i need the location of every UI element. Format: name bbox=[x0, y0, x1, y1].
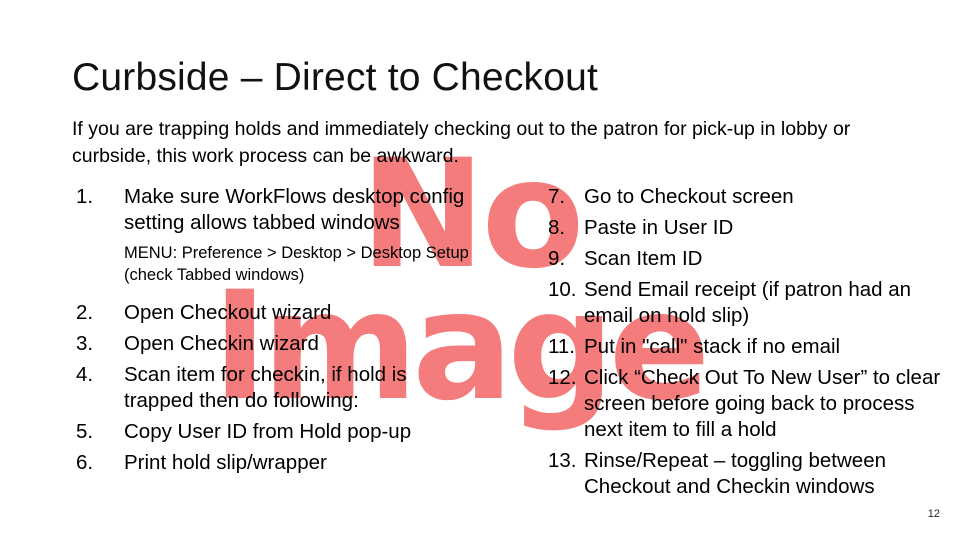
step-item: 9. Scan Item ID bbox=[548, 246, 948, 272]
step-item: 10. Send Email receipt (if patron had an… bbox=[548, 277, 948, 329]
page-number: 12 bbox=[927, 508, 940, 520]
step-number: 1. bbox=[76, 185, 94, 208]
step-item: 2. Open Checkout wizard bbox=[76, 300, 476, 326]
step-text: Go to Checkout screen bbox=[584, 185, 794, 208]
step-text: Send Email receipt (if patron had an ema… bbox=[584, 278, 912, 327]
steps-list-right: 7. Go to Checkout screen 8. Paste in Use… bbox=[548, 184, 948, 505]
step-text: Click “Check Out To New User” to clear s… bbox=[584, 366, 941, 441]
step-text: Make sure WorkFlows desktop config setti… bbox=[124, 185, 465, 234]
step-item: 6. Print hold slip/wrapper bbox=[76, 450, 476, 476]
steps-list-left: 1. Make sure WorkFlows desktop config se… bbox=[76, 184, 476, 481]
slide-content: Curbside – Direct to Checkout If you are… bbox=[0, 0, 960, 540]
step-item: 7. Go to Checkout screen bbox=[548, 184, 948, 210]
step-item: 12. Click “Check Out To New User” to cle… bbox=[548, 365, 948, 443]
step-number: 6. bbox=[76, 451, 94, 474]
step-number: 10. bbox=[548, 278, 577, 301]
step-item: 1. Make sure WorkFlows desktop config se… bbox=[76, 184, 476, 286]
step-text: Copy User ID from Hold pop-up bbox=[124, 420, 412, 443]
step-number: 4. bbox=[76, 363, 94, 386]
step-item: 4. Scan item for checkin, if hold is tra… bbox=[76, 362, 476, 414]
step-number: 9. bbox=[548, 247, 566, 270]
step-item: 13. Rinse/Repeat – toggling between Chec… bbox=[548, 448, 948, 500]
slide: No Image Curbside – Direct to Checkout I… bbox=[0, 0, 960, 540]
step-text: Rinse/Repeat – toggling between Checkout… bbox=[584, 449, 887, 498]
step-number: 2. bbox=[76, 301, 94, 324]
step-number: 7. bbox=[548, 185, 566, 208]
step-item: 11. Put in "call" stack if no email bbox=[548, 334, 948, 360]
step-number: 3. bbox=[76, 332, 94, 355]
step-text: Open Checkin wizard bbox=[124, 332, 319, 355]
step-text: Put in "call" stack if no email bbox=[584, 335, 841, 358]
step-text: Paste in User ID bbox=[584, 216, 734, 239]
step-item: 3. Open Checkin wizard bbox=[76, 331, 476, 357]
intro-paragraph: If you are trapping holds and immediatel… bbox=[72, 118, 851, 167]
step-item: 5. Copy User ID from Hold pop-up bbox=[76, 419, 476, 445]
step-number: 11. bbox=[548, 335, 575, 358]
step-number: 8. bbox=[548, 216, 566, 239]
step-text: Print hold slip/wrapper bbox=[124, 451, 327, 474]
step-text: Open Checkout wizard bbox=[124, 301, 332, 324]
slide-title: Curbside – Direct to Checkout bbox=[72, 56, 599, 99]
step-number: 13. bbox=[548, 449, 577, 472]
step-item: 8. Paste in User ID bbox=[548, 215, 948, 241]
step-number: 12. bbox=[548, 366, 577, 389]
step-number: 5. bbox=[76, 420, 94, 443]
menu-path-note: MENU: Preference > Desktop > Desktop Set… bbox=[124, 244, 469, 284]
step-text: Scan Item ID bbox=[584, 247, 703, 270]
step-text: Scan item for checkin, if hold is trappe… bbox=[124, 363, 407, 412]
